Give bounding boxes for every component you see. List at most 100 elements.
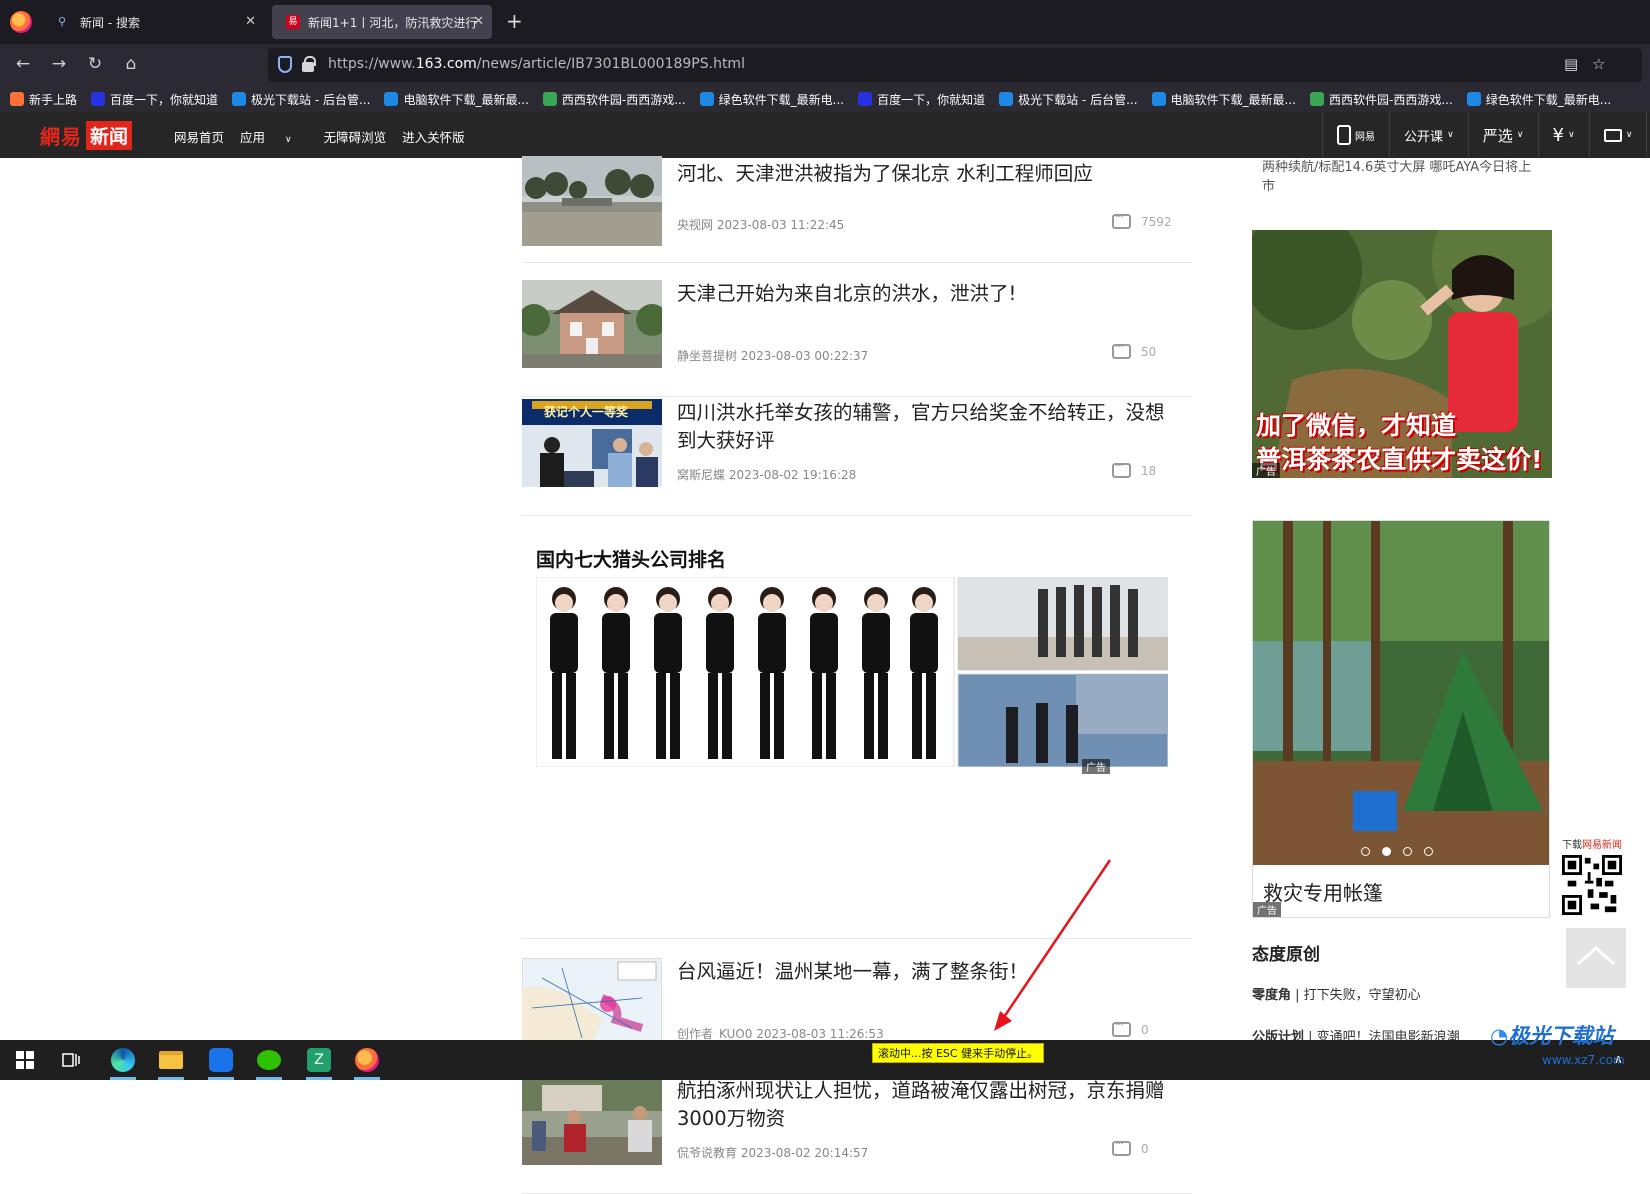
forward-arrow-icon[interactable]: → xyxy=(48,54,70,74)
bookmark-item[interactable]: 极光下载站 - 后台管... xyxy=(999,91,1138,108)
comment-count[interactable]: 50 xyxy=(1112,340,1156,359)
bookmarks-bar: 新手上路 百度一下，你就知道 极光下载站 - 后台管... 电脑软件下载_最新最...… xyxy=(0,86,1650,112)
list-item[interactable]: 获记个人一等奖 四川洪水托举女孩的辅警，官方只给奖金不给转正，没想到大获好评 窝… xyxy=(522,397,1192,516)
wechat-icon[interactable] xyxy=(252,1044,286,1080)
comment-count[interactable]: 18 xyxy=(1112,459,1156,478)
list-item[interactable]: 天津己开始为来自北京的洪水，泄洪了! 静坐菩提树 2023-08-03 00:2… xyxy=(522,278,1192,397)
phone-icon xyxy=(1337,125,1351,145)
feishu-icon[interactable] xyxy=(204,1044,238,1080)
back-to-top-button[interactable] xyxy=(1566,928,1626,988)
bookmark-star-icon[interactable]: ☆ xyxy=(1592,55,1605,73)
mail-button[interactable]: ∨ xyxy=(1588,112,1647,158)
bookmark-item[interactable]: 西西软件园-西西游戏... xyxy=(542,91,686,108)
site-header: 網易 新闻 网易首页 应用 ∨ 无障碍浏览 进入关怀版 网易 公开课 ∨ 严选 … xyxy=(0,112,1650,158)
comment-count[interactable]: 0 xyxy=(1112,1137,1149,1156)
ie-icon xyxy=(1151,92,1166,106)
thumbnail-house[interactable] xyxy=(522,280,662,368)
baidu-icon xyxy=(91,92,106,106)
firefox-taskbar-icon[interactable] xyxy=(350,1044,384,1080)
thumbnail-typhoon-map[interactable] xyxy=(522,958,662,1046)
firefox-logo-icon[interactable] xyxy=(10,11,32,33)
list-item[interactable]: 航拍涿州现状让人担忧，道路被淹仅露出树冠，京东捐赠3000万物资 侃爷说教育 2… xyxy=(522,1075,1192,1194)
carousel-dot-active[interactable] xyxy=(1382,847,1391,856)
article-title[interactable]: 航拍涿州现状让人担忧，道路被淹仅露出树冠，京东捐赠3000万物资 xyxy=(677,1077,1177,1133)
logo-xinwen: 新闻 xyxy=(86,121,133,150)
yanxuan-button[interactable]: 严选 ∨ xyxy=(1467,112,1538,158)
bookmark-item[interactable]: 新手上路 xyxy=(10,91,77,108)
netease-app-button[interactable]: 网易 xyxy=(1322,112,1389,158)
bookmark-item[interactable]: 电脑软件下载_最新最... xyxy=(384,91,529,108)
lock-icon[interactable] xyxy=(302,56,316,72)
bookmark-label: 电脑软件下载_最新最... xyxy=(403,92,529,107)
ad-tent-title[interactable]: 救灾专用帐篷 xyxy=(1263,877,1383,906)
green-app-icon[interactable]: Z xyxy=(302,1044,336,1080)
ad-caption-line1: 加了微信，才知道 xyxy=(1256,411,1457,440)
article-meta: 侃爷说教育 2023-08-02 20:14:57 xyxy=(677,1146,869,1160)
reader-view-icon[interactable]: ▤ xyxy=(1564,55,1578,73)
bookmark-item[interactable]: 百度一下，你就知道 xyxy=(91,91,218,108)
bookmark-item[interactable]: 百度一下，你就知道 xyxy=(858,91,985,108)
file-explorer-icon[interactable] xyxy=(154,1044,188,1080)
ad-tea-banner[interactable]: 加了微信，才知道 普洱茶茶农直供才卖这价! 广告 xyxy=(1252,230,1552,478)
tab-search[interactable]: ⚲ 新闻 - 搜索 ✕ xyxy=(44,5,264,39)
article-title[interactable]: 天津己开始为来自北京的洪水，泄洪了! xyxy=(677,280,1177,308)
comment-count[interactable]: 7592 xyxy=(1112,210,1172,229)
bookmark-item[interactable]: 西西软件园-西西游戏... xyxy=(1310,91,1453,108)
jiguang-icon xyxy=(999,92,1014,106)
ad-tent-card[interactable]: 救灾专用帐篷 广告 xyxy=(1252,520,1550,918)
netease-app-label: 网易 xyxy=(1355,131,1375,143)
article-title[interactable]: 四川洪水托举女孩的辅警，官方只给奖金不给转正，没想到大获好评 xyxy=(677,399,1177,455)
wallet-button[interactable]: ¥ ∨ xyxy=(1537,112,1589,158)
thumbnail-police[interactable]: 获记个人一等奖 xyxy=(522,399,662,487)
url-text[interactable]: https://www.163.com/news/article/IB7301B… xyxy=(328,56,745,72)
open-course-button[interactable]: 公开课 ∨ xyxy=(1389,112,1468,158)
app-download-qr[interactable]: 下载网易新闻 xyxy=(1562,836,1626,919)
back-arrow-icon[interactable]: ← xyxy=(12,54,34,74)
site-right-menu: 网易 公开课 ∨ 严选 ∨ ¥ ∨ ∨ 登 xyxy=(1322,112,1650,158)
browser-toolbar: ← → ↻ ⌂ https://www.163.com/news/article… xyxy=(0,44,1650,86)
netease-news-logo[interactable]: 網易 新闻 xyxy=(40,121,133,150)
new-tab-plus-icon[interactable]: + xyxy=(506,9,523,33)
bookmark-item[interactable]: 绿色软件下载_最新电... xyxy=(699,91,844,108)
nav-apps[interactable]: 应用 ∨ xyxy=(240,127,308,146)
ad-caption-line2: 普洱茶茶农直供才卖这价! xyxy=(1256,445,1543,474)
reload-icon[interactable]: ↻ xyxy=(84,54,106,74)
ad-images[interactable] xyxy=(535,576,1169,771)
carousel-dot[interactable] xyxy=(1403,847,1412,856)
nav-care-mode[interactable]: 进入关怀版 xyxy=(402,127,465,146)
list-item[interactable]: 河北、天津泄洪被指为了保北京 水利工程师回应 央视网 2023-08-03 11… xyxy=(522,156,1192,263)
windows-start-icon[interactable] xyxy=(8,1044,42,1076)
login-button[interactable]: 登 xyxy=(1646,112,1650,158)
carousel-dot[interactable] xyxy=(1424,847,1433,856)
task-view-icon[interactable] xyxy=(54,1044,88,1076)
site-nav: 网易首页 应用 ∨ 无障碍浏览 进入关怀版 xyxy=(174,127,481,146)
close-icon[interactable]: ✕ xyxy=(245,14,256,29)
bookmark-item[interactable]: 绿色软件下载_最新电... xyxy=(1466,91,1611,108)
bookmark-label: 极光下载站 - 后台管... xyxy=(251,92,371,107)
mail-icon xyxy=(1603,128,1622,142)
nav-accessibility[interactable]: 无障碍浏览 xyxy=(324,127,387,146)
tab-news-article[interactable]: 易 新闻1+1丨河北，防汛救灾进行 ✕ xyxy=(272,5,492,39)
close-icon[interactable]: ✕ xyxy=(473,14,484,29)
article-title[interactable]: 河北、天津泄洪被指为了保北京 水利工程师回应 xyxy=(677,160,1177,188)
comment-icon xyxy=(1112,210,1131,229)
ad-title[interactable]: 国内七大猎头公司排名 xyxy=(536,545,726,572)
thumbnail-flood[interactable] xyxy=(522,156,662,246)
bookmark-item[interactable]: 电脑软件下载_最新最... xyxy=(1151,91,1296,108)
bookmark-item[interactable]: 极光下载站 - 后台管... xyxy=(232,91,370,108)
tab-label: 新闻1+1丨河北，防汛救灾进行 xyxy=(308,15,478,30)
yanxuan-label: 严选 xyxy=(1482,126,1513,145)
nav-home[interactable]: 网易首页 xyxy=(174,127,224,146)
bookmark-label: 百度一下，你就知道 xyxy=(110,92,219,107)
carousel-dots[interactable] xyxy=(1361,847,1433,856)
article-meta: 央视网 2023-08-03 11:22:45 xyxy=(677,218,845,232)
chevron-down-icon: ∨ xyxy=(1625,130,1633,140)
carousel-dot[interactable] xyxy=(1361,847,1370,856)
rail-top-link[interactable]: 两种续航/标配14.6英寸大屏 哪吒AYA今日将上市 xyxy=(1262,158,1542,196)
edge-browser-icon[interactable] xyxy=(106,1044,140,1080)
thumbnail-zhuozhou[interactable] xyxy=(522,1077,662,1165)
home-icon[interactable]: ⌂ xyxy=(120,54,142,74)
tracking-shield-icon[interactable] xyxy=(278,56,292,73)
rail-link-1[interactable]: 零度角 | 打下失败，守望初心 xyxy=(1252,984,1421,1003)
address-bar[interactable]: https://www.163.com/news/article/IB7301B… xyxy=(268,48,1642,82)
